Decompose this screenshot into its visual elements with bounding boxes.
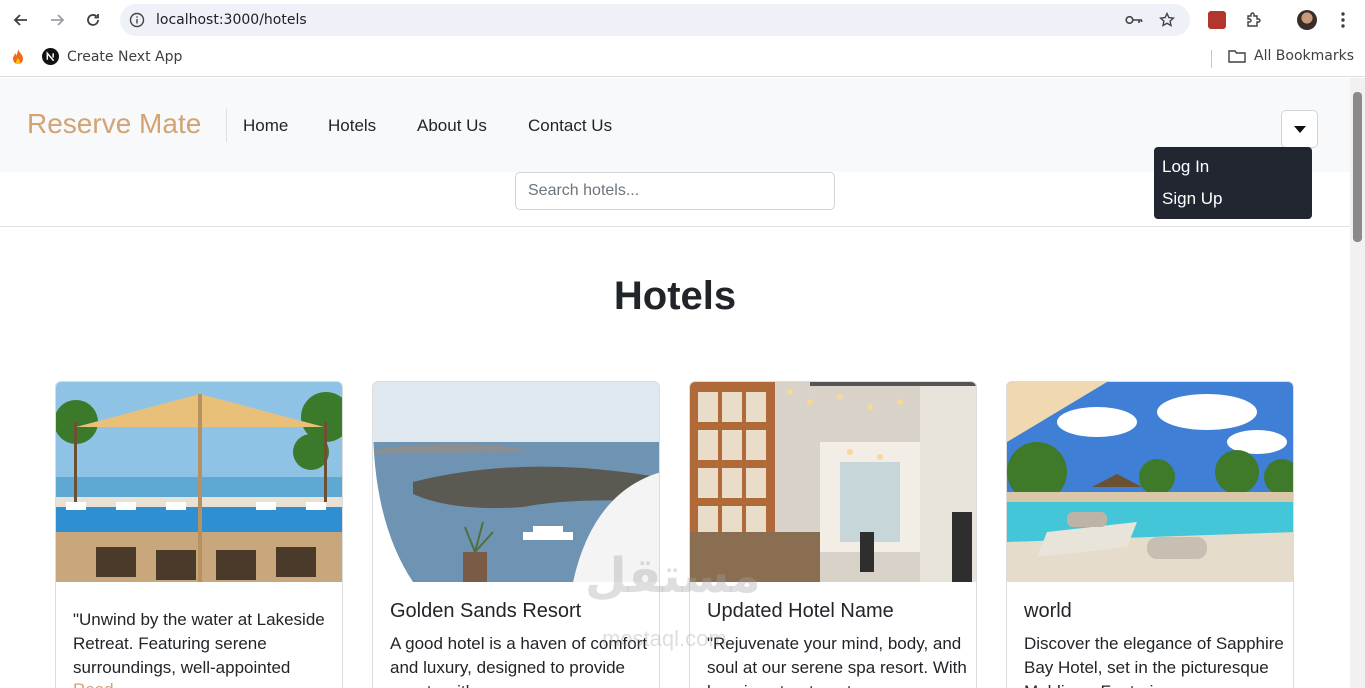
bookmarks-bar: Create Next App All Bookmarks: [0, 40, 1365, 77]
read-more-link[interactable]: Read: [73, 680, 114, 688]
bookmark-label: Create Next App: [67, 48, 183, 65]
reload-icon[interactable]: [82, 9, 104, 31]
nav-link-contact-us[interactable]: Contact Us: [528, 116, 612, 136]
nav-link-home[interactable]: Home: [243, 116, 288, 136]
account-dropdown-toggle[interactable]: [1281, 110, 1318, 148]
key-icon[interactable]: [1125, 11, 1143, 29]
account-dropdown-menu: Log In Sign Up: [1154, 147, 1312, 219]
bookmark-fire[interactable]: [10, 48, 26, 66]
hotel-name[interactable]: Updated Hotel Name: [707, 600, 894, 623]
hotel-image-pool-umbrella[interactable]: [56, 382, 342, 582]
hotel-description: A good hotel is a haven of comfort and l…: [390, 634, 648, 688]
nav-link-hotels[interactable]: Hotels: [328, 116, 376, 136]
hotel-description: "Rejuvenate your mind, body, and soul at…: [707, 634, 967, 688]
hotel-card[interactable]: "Unwind by the water at Lakeside Retreat…: [55, 381, 343, 688]
search-bar: [0, 172, 1350, 227]
hotel-name[interactable]: Golden Sands Resort: [390, 600, 581, 623]
dropdown-item-sign-up[interactable]: Sign Up: [1162, 189, 1222, 209]
hotel-card[interactable]: world Discover the elegance of Sapphire …: [1006, 381, 1294, 688]
all-bookmarks-label: All Bookmarks: [1254, 48, 1355, 64]
dropdown-item-log-in[interactable]: Log In: [1162, 157, 1209, 177]
extension-icon[interactable]: [1206, 9, 1228, 31]
all-bookmarks[interactable]: All Bookmarks: [1228, 48, 1354, 64]
navbar: Reserve Mate Home Hotels About Us Contac…: [0, 78, 1350, 219]
brand-divider: [226, 108, 227, 142]
nav-link-about-us[interactable]: About Us: [417, 116, 487, 136]
site-info-icon[interactable]: [128, 11, 146, 29]
hotel-description: Discover the elegance of Sapphire Bay Ho…: [1024, 634, 1284, 688]
browser-toolbar: localhost:3000/hotels: [0, 0, 1365, 40]
hotel-description: "Unwind by the water at Lakeside Retreat…: [73, 610, 325, 677]
back-icon[interactable]: [10, 9, 32, 31]
page-content: Reserve Mate Home Hotels About Us Contac…: [0, 78, 1350, 688]
search-input[interactable]: [515, 172, 835, 210]
hotel-image-lobby[interactable]: [690, 382, 976, 582]
page-title: Hotels: [613, 274, 737, 318]
address-bar[interactable]: localhost:3000/hotels: [120, 4, 1190, 36]
bookmark-create-next-app[interactable]: Create Next App: [42, 48, 182, 65]
forward-icon[interactable]: [46, 9, 68, 31]
page-scrollbar[interactable]: [1350, 78, 1365, 688]
bookmark-divider: [1211, 50, 1212, 68]
scrollbar-thumb[interactable]: [1353, 92, 1362, 242]
folder-icon: [1228, 50, 1246, 63]
hotel-name[interactable]: world: [1024, 600, 1072, 623]
profile-avatar[interactable]: [1296, 9, 1318, 31]
puzzle-icon[interactable]: [1242, 9, 1264, 31]
hotel-image-santorini[interactable]: [373, 382, 659, 582]
fire-icon: [13, 49, 23, 64]
hotel-card[interactable]: Updated Hotel Name "Rejuvenate your mind…: [689, 381, 977, 688]
address-url[interactable]: localhost:3000/hotels: [156, 12, 307, 28]
brand-logo[interactable]: Reserve Mate: [27, 108, 201, 140]
menu-kebab-icon[interactable]: [1332, 9, 1354, 31]
caret-down-icon: [1293, 125, 1306, 133]
hotel-card[interactable]: Golden Sands Resort A good hotel is a ha…: [372, 381, 660, 688]
hotel-image-resort-pool[interactable]: [1007, 382, 1293, 582]
nextjs-icon: [42, 48, 59, 65]
star-icon[interactable]: [1158, 11, 1176, 29]
